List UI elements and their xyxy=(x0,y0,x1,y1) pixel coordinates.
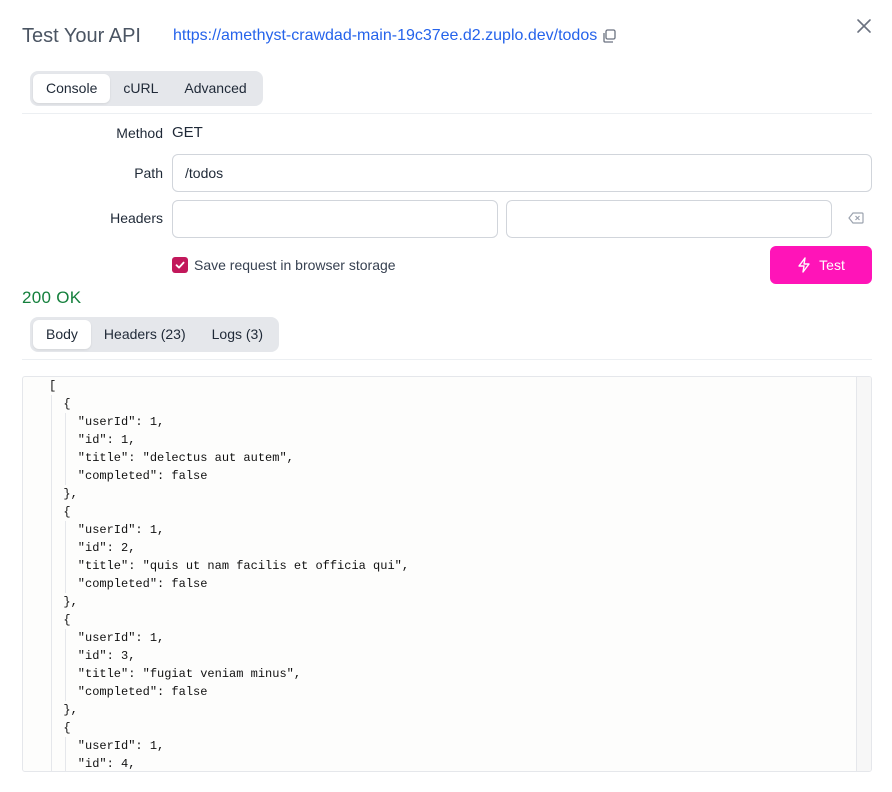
path-label: Path xyxy=(134,165,163,181)
tab-curl[interactable]: cURL xyxy=(110,74,171,103)
tab-logs[interactable]: Logs (3) xyxy=(199,320,276,349)
save-request-checkbox[interactable] xyxy=(172,257,188,273)
tab-console[interactable]: Console xyxy=(33,74,111,103)
check-icon xyxy=(175,261,185,269)
method-label: Method xyxy=(116,125,163,141)
headers-label: Headers xyxy=(110,210,163,226)
save-request-label[interactable]: Save request in browser storage xyxy=(194,257,396,273)
modal-header: Test Your API https://amethyst-crawdad-m… xyxy=(22,22,617,50)
request-tabs: Console cURL Advanced xyxy=(30,71,263,106)
path-input[interactable] xyxy=(172,154,872,192)
tab-body[interactable]: Body xyxy=(33,320,91,349)
test-button-label[interactable]: Test xyxy=(819,257,845,273)
response-body-viewer[interactable]: [ { "userId": 1, "id": 1, "title": "dele… xyxy=(22,376,872,772)
response-body-json: [ { "userId": 1, "id": 1, "title": "dele… xyxy=(49,379,410,771)
tab-advanced[interactable]: Advanced xyxy=(171,74,259,103)
header-key-input[interactable] xyxy=(172,200,498,238)
divider xyxy=(22,113,872,114)
response-tabs: Body Headers (23) Logs (3) xyxy=(30,317,279,352)
response-status: 200 OK xyxy=(22,288,82,307)
save-request-row[interactable]: Save request in browser storage xyxy=(172,257,396,273)
copy-icon[interactable] xyxy=(601,28,617,44)
divider xyxy=(22,359,872,360)
test-button[interactable]: Test xyxy=(770,246,872,284)
api-url-text[interactable]: https://amethyst-crawdad-main-19c37ee.d2… xyxy=(173,27,597,45)
lightning-icon xyxy=(798,257,810,273)
modal-title: Test Your API xyxy=(22,24,141,47)
tab-headers[interactable]: Headers (23) xyxy=(91,320,199,349)
close-icon[interactable] xyxy=(854,16,874,36)
header-value-input[interactable] xyxy=(506,200,832,238)
method-value: GET xyxy=(172,124,203,141)
backspace-icon[interactable] xyxy=(848,211,864,225)
vertical-scrollbar[interactable] xyxy=(856,377,871,771)
api-url-link[interactable]: https://amethyst-crawdad-main-19c37ee.d2… xyxy=(173,27,617,45)
